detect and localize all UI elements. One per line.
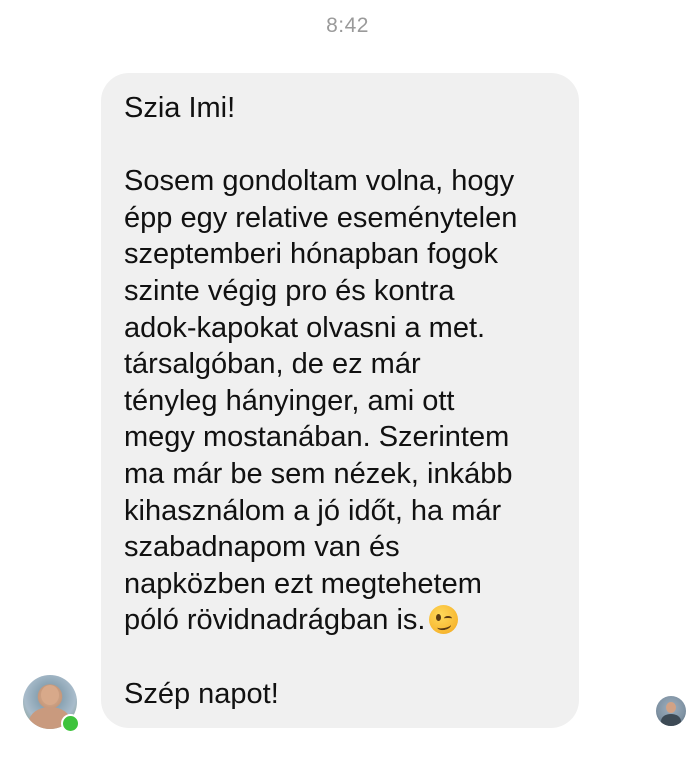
seen-avatar-shoulders	[661, 714, 681, 726]
message-body: Sosem gondoltam volna, hogy épp egy rela…	[124, 165, 518, 637]
online-status-indicator	[61, 714, 80, 733]
chat-timestamp: 8:42	[326, 14, 369, 37]
avatar-face	[41, 685, 59, 705]
seen-avatar-face	[666, 702, 676, 713]
seen-receipt-avatar	[656, 696, 686, 726]
message-closing: Szép napot!	[124, 677, 279, 710]
message-bubble[interactable]: Szia Imi! Sosem gondoltam volna, hogy ép…	[101, 73, 579, 728]
winking-face-emoji-icon	[429, 605, 459, 635]
message-greeting: Szia Imi!	[124, 92, 236, 124]
message-body-wrapper: Sosem gondoltam volna, hogy épp egy rela…	[124, 163, 557, 639]
